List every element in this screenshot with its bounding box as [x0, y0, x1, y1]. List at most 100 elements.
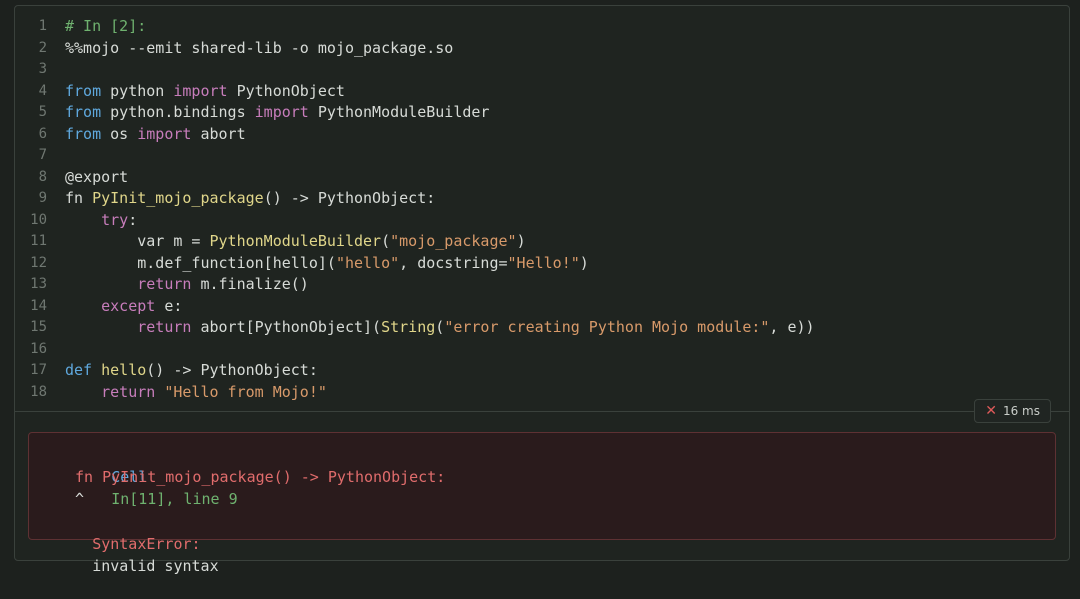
code-token: () -> PythonObject: [146, 361, 318, 379]
code-token: ( [435, 318, 445, 336]
code-line[interactable]: 17 def hello() -> PythonObject: [15, 360, 1069, 382]
error-line: SyntaxError: invalid syntax [38, 511, 219, 599]
line-number: 15 [30, 319, 47, 335]
line-number: 16 [30, 340, 47, 357]
code-line[interactable]: 9 fn PyInit_mojo_package() -> PythonObjec… [15, 188, 1069, 210]
code-editor[interactable]: 1 # In [2]: 2 %%mojo --emit shared-lib -o m… [15, 16, 1069, 403]
execution-time: 16 ms [1002, 404, 1040, 418]
code-token: @export [65, 167, 129, 186]
code-token: python.bindings [101, 103, 255, 121]
code-token: return [137, 318, 192, 336]
code-text: try: [65, 210, 137, 232]
code-text: %%mojo --emit shared-lib -o mojo_package… [65, 38, 453, 60]
code-token: %%mojo --emit shared-lib -o mojo_package… [65, 38, 454, 57]
execution-status-badge[interactable]: ✕ 16 ms [974, 399, 1051, 423]
line-number: 18 [30, 383, 47, 400]
code-token: String [381, 318, 436, 336]
code-token: ) [516, 232, 526, 250]
traceback-caret: ^ [75, 490, 85, 508]
code-token: ( [381, 232, 391, 250]
code-token: return [137, 275, 192, 293]
code-line[interactable]: 12 m.def_function[hello]("hello", docstr… [15, 253, 1069, 275]
code-token: os [101, 124, 138, 143]
code-line[interactable]: 15 return abort[PythonObject](String("er… [15, 317, 1069, 339]
code-token: "Hello from Mojo!" [164, 382, 327, 401]
traceback-cell-ref: In[11], line 9 [111, 490, 238, 508]
code-token: m.def_function[hello]( [65, 253, 336, 272]
code-token: PythonModuleBuilder [308, 103, 490, 121]
code-token: PyInit_mojo_package [92, 189, 264, 207]
line-number: 6 [38, 125, 47, 142]
code-text: def hello() -> PythonObject: [65, 360, 318, 382]
code-text: fn PyInit_mojo_package() -> PythonObject… [65, 188, 435, 210]
code-token: abort [191, 124, 246, 143]
code-line[interactable]: 1 # In [2]: [15, 16, 1069, 38]
code-text: var m = PythonModuleBuilder("mojo_packag… [65, 231, 526, 253]
code-token: PythonModuleBuilder [209, 232, 382, 250]
code-line[interactable]: 7 [15, 145, 1069, 167]
code-token: from [65, 124, 102, 143]
code-token: var m = [65, 232, 210, 250]
error-type: SyntaxError: [92, 535, 201, 553]
notebook-cell[interactable]: 1 # In [2]: 2 %%mojo --emit shared-lib -o m… [14, 5, 1070, 575]
traceback-code-line: fn PyInit_mojo_package() -> PythonObject… [75, 468, 446, 486]
line-number: 1 [38, 18, 47, 34]
code-token: PythonObject [227, 81, 345, 100]
code-line[interactable]: 16 [15, 339, 1069, 361]
code-line[interactable]: 8 @export [15, 167, 1069, 189]
code-text: except e: [65, 296, 182, 318]
code-token: e: [155, 296, 183, 315]
error-message: invalid syntax [92, 557, 219, 575]
code-line[interactable]: 18 return "Hello from Mojo!" [15, 382, 1069, 404]
code-token: from [65, 103, 102, 121]
code-token: "Hello!" [507, 253, 580, 272]
code-token: hello [101, 361, 147, 379]
code-token: : [128, 210, 138, 229]
code-line[interactable]: 2 %%mojo --emit shared-lib -o mojo_packag… [15, 38, 1069, 60]
code-token: from [65, 81, 102, 100]
code-line[interactable]: 11 var m = PythonModuleBuilder("mojo_pac… [15, 231, 1069, 253]
code-token: def [65, 361, 93, 379]
code-text: return m.finalize() [65, 274, 309, 296]
code-token: "mojo_package" [390, 232, 517, 250]
code-token: except [101, 296, 156, 315]
cell-divider [15, 411, 1069, 412]
line-number: 14 [30, 297, 47, 314]
code-token: fn [65, 189, 93, 207]
line-number: 13 [30, 276, 47, 292]
code-line[interactable]: 13 return m.finalize() [15, 274, 1069, 296]
code-token: python [101, 81, 174, 100]
code-token: try [101, 210, 129, 229]
code-line[interactable]: 10 try: [15, 210, 1069, 232]
error-output: Cell In[11], line 9 fn PyInit_mojo_packa… [28, 432, 1056, 575]
line-number: 7 [38, 147, 47, 163]
code-text: from python.bindings import PythonModule… [65, 102, 489, 124]
code-token: import [173, 81, 228, 100]
line-number: 3 [38, 61, 47, 77]
line-number: 11 [30, 233, 47, 249]
close-x-icon: ✕ [985, 403, 997, 419]
code-text: return "Hello from Mojo!" [65, 382, 327, 404]
code-line[interactable]: 6 from os import abort [15, 124, 1069, 146]
code-line[interactable]: 3 [15, 59, 1069, 81]
code-text: @export [65, 167, 128, 189]
code-line[interactable]: 4 from python import PythonObject [15, 81, 1069, 103]
code-token: return [101, 382, 156, 401]
code-token: import [254, 103, 309, 121]
code-text: return abort[PythonObject](String("error… [65, 317, 815, 339]
code-text: # In [2]: [65, 16, 146, 38]
code-token: , e)) [769, 318, 815, 336]
code-token: , docstring= [399, 253, 508, 272]
line-number: 10 [30, 211, 47, 228]
code-line[interactable]: 14 except e: [15, 296, 1069, 318]
code-token: "hello" [335, 253, 400, 272]
code-line[interactable]: 5 from python.bindings import PythonModul… [15, 102, 1069, 124]
code-token: abort[PythonObject]( [191, 318, 382, 336]
line-number: 8 [38, 168, 47, 185]
